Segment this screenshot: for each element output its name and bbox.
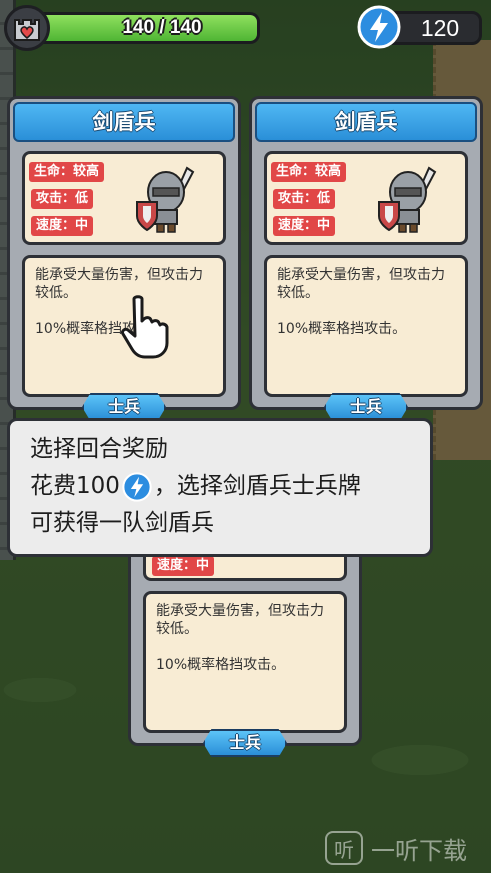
unit-card-1[interactable]: 剑盾兵 生命：较高 攻击：低 速度：中 能承受大量伤害，但攻击力较低。 10%概… xyxy=(7,96,241,421)
card-type-tag: 士兵 xyxy=(324,393,408,421)
description-text: 能承受大量伤害，但攻击力较低。 xyxy=(277,267,445,301)
pointing-hand-icon xyxy=(121,295,169,359)
stat-speed: 速度：中 xyxy=(273,216,336,236)
block-chance-text: 10%概率格挡攻击。 xyxy=(277,321,407,337)
castle-heart-icon xyxy=(4,5,50,51)
lightning-bolt-icon xyxy=(122,471,152,502)
stat-health: 生命：较高 xyxy=(29,162,105,182)
lightning-bolt-icon xyxy=(357,5,401,49)
card-type-tag: 士兵 xyxy=(82,393,166,421)
block-chance-text: 10%概率格挡攻击。 xyxy=(156,657,286,673)
watermark: 听 一听下载 xyxy=(325,829,485,867)
stat-attack: 攻击：低 xyxy=(31,189,94,209)
stat-attack: 攻击：低 xyxy=(273,189,336,209)
watermark-text: 一听下载 xyxy=(371,836,467,865)
card-stats: 生命：较高 攻击：低 速度：中 xyxy=(264,151,468,245)
tooltip-line-1: 选择回合奖励 xyxy=(30,436,168,462)
card-title: 剑盾兵 xyxy=(255,102,477,142)
tooltip-line-2: 花费100 ，选择剑盾兵士兵牌 xyxy=(30,468,410,505)
tooltip-action-text: ，选择剑盾兵士兵牌 xyxy=(153,473,361,499)
health-text: 140 / 140 xyxy=(122,17,202,38)
description-text: 能承受大量伤害，但攻击力较低。 xyxy=(156,603,324,637)
tooltip-cost-text: 花费100 xyxy=(30,473,120,499)
energy-value: 120 xyxy=(420,14,460,41)
unit-card-2[interactable]: 剑盾兵 生命：较高 攻击：低 速度：中 能承受大量伤害，但攻击力较低。 10%概… xyxy=(249,96,483,421)
stat-speed: 速度：中 xyxy=(152,556,215,576)
sword-shield-knight-icon xyxy=(136,166,195,233)
health-bar: 140 / 140 xyxy=(34,12,260,44)
card-description: 能承受大量伤害，但攻击力较低。 10%概率格挡攻击。 xyxy=(264,255,468,397)
tutorial-tooltip: 选择回合奖励 花费100 ，选择剑盾兵士兵牌 可获得一队剑盾兵 xyxy=(7,418,433,557)
stat-speed: 速度：中 xyxy=(31,216,94,236)
tooltip-line-3: 可获得一队剑盾兵 xyxy=(30,510,214,536)
card-type-tag: 士兵 xyxy=(203,729,287,757)
card-title: 剑盾兵 xyxy=(13,102,235,142)
stat-health: 生命：较高 xyxy=(271,162,347,182)
watermark-logo: 听 xyxy=(325,831,363,865)
card-description: 能承受大量伤害，但攻击力较低。 10%概率格挡攻击。 xyxy=(143,591,347,733)
sword-shield-knight-icon xyxy=(378,166,437,233)
card-stats: 生命：较高 攻击：低 速度：中 xyxy=(22,151,226,245)
